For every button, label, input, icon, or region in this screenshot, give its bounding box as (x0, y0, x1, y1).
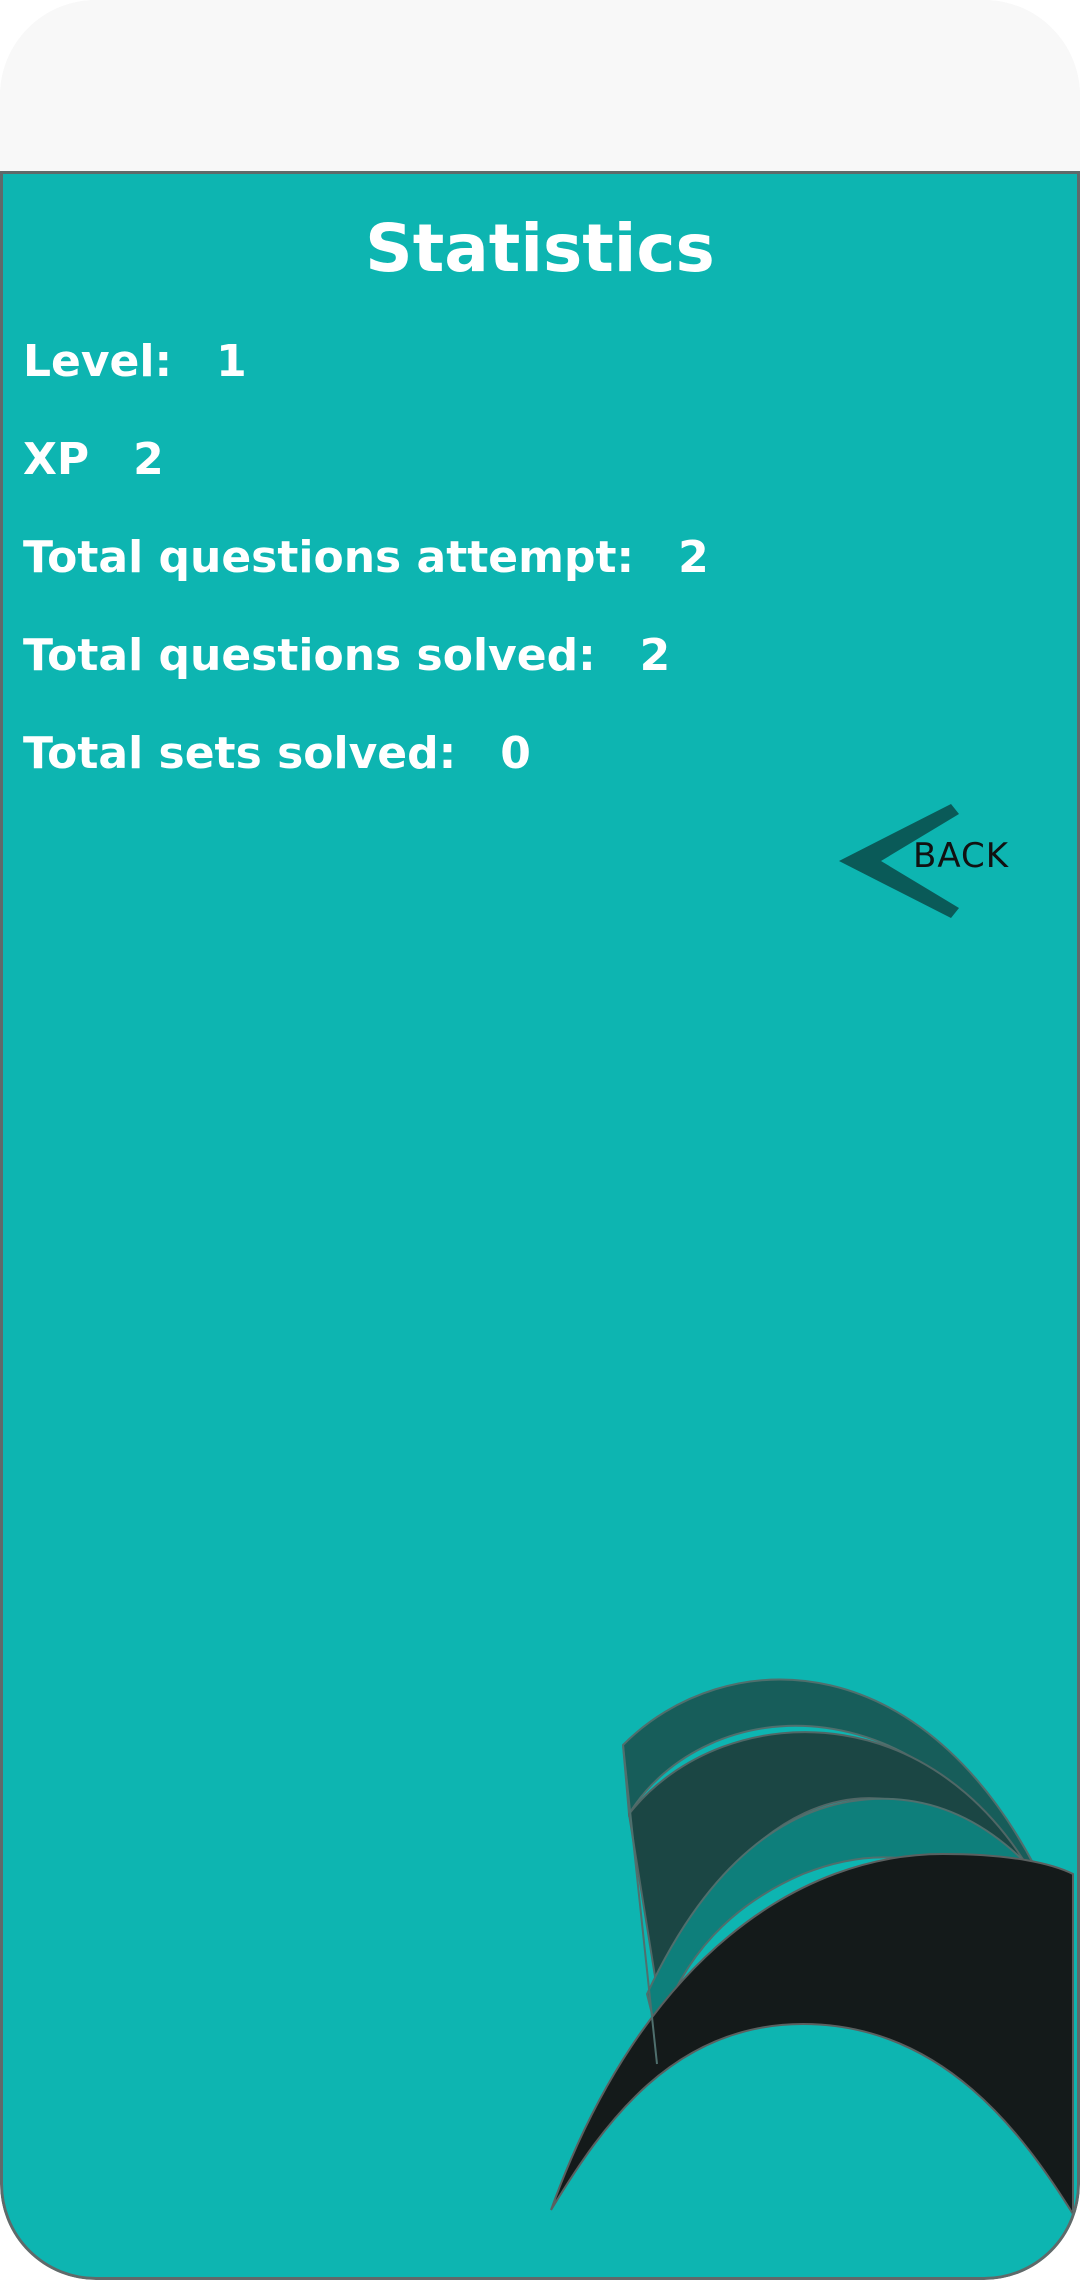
device-frame: Statistics Level: 1 XP 2 Total questions a… (0, 0, 1080, 2280)
decorative-arcs-graphic (550, 1678, 1074, 2218)
status-bar-area (0, 0, 1080, 171)
statistics-screen: Statistics Level: 1 XP 2 Total questions a… (0, 171, 1080, 2280)
